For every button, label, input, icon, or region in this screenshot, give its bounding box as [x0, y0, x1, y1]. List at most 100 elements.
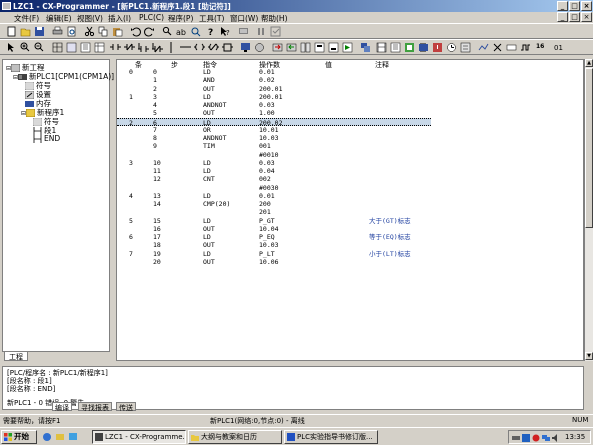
mnemonic-row[interactable]: #0030: [117, 184, 583, 192]
replace-icon[interactable]: ab: [176, 26, 187, 37]
contact-nc-icon[interactable]: [124, 42, 135, 53]
menu-plc[interactable]: PLC(C): [139, 13, 164, 22]
doc-minimize-button[interactable]: _: [557, 12, 568, 22]
copy-icon[interactable]: [98, 26, 109, 37]
mnemonic-row[interactable]: 7 19 LD P_LT 小于(LT)标志: [117, 250, 583, 258]
keyboard-tray-icon[interactable]: [512, 434, 520, 442]
outlook-quicklaunch-icon[interactable]: [55, 432, 65, 442]
memory-icon[interactable]: [418, 42, 429, 53]
doc-restore-button[interactable]: □: [569, 12, 580, 22]
scroll-thumb[interactable]: [585, 68, 593, 228]
mnemonic-row[interactable]: 1 AND 0.02: [117, 76, 583, 84]
vertical-scrollbar[interactable]: ▲ ▼: [584, 59, 593, 361]
mnemonic-row[interactable]: 5 15 LD P_GT 大于(GT)标志: [117, 217, 583, 225]
mnemonic-row[interactable]: 14 CMP(20) 200: [117, 200, 583, 208]
print-preview-icon[interactable]: [66, 26, 77, 37]
mnemonic-row[interactable]: 6 17 LD P_EQ 等于(EQ)标志: [117, 233, 583, 241]
mnemonic-row[interactable]: 2 6 LD 200.02: [117, 117, 431, 127]
tree-section-end[interactable]: END: [33, 134, 60, 143]
doc-close-button[interactable]: ×: [581, 12, 592, 22]
network-tray-icon[interactable]: [542, 434, 550, 442]
coil-nc-icon[interactable]: [208, 42, 219, 53]
mnemonic-row[interactable]: 9 TIM 001: [117, 142, 583, 150]
mnemonic-row[interactable]: 5 OUT 1.00: [117, 109, 583, 117]
minimize-button[interactable]: _: [557, 1, 568, 11]
mnemonic-editor[interactable]: 条 步 指令 操作数 值 注释 0 0 LD 0.01 1 AND 0.02 2 OUT 200.…: [116, 59, 584, 361]
io-table-icon[interactable]: [404, 42, 415, 53]
mnemonic-row[interactable]: 0 0 LD 0.01: [117, 68, 583, 76]
grid-icon[interactable]: [52, 42, 63, 53]
transfer-to-plc-icon[interactable]: [272, 42, 283, 53]
context-help-icon[interactable]: ?: [220, 26, 231, 37]
mnemonic-row[interactable]: 16 OUT 10.04: [117, 225, 583, 233]
program-mode-icon[interactable]: [314, 42, 325, 53]
start-button[interactable]: 开始: [1, 430, 37, 444]
find-icon[interactable]: [162, 26, 173, 37]
data-trace-icon[interactable]: [478, 42, 489, 53]
tab-transfer[interactable]: 传送: [116, 402, 136, 412]
transfer-from-plc-icon[interactable]: [286, 42, 297, 53]
properties-icon[interactable]: [460, 42, 471, 53]
rung-info-icon[interactable]: [80, 42, 91, 53]
mnemonic-row[interactable]: 2 OUT 200.01: [117, 85, 583, 93]
window-cascade-icon[interactable]: [360, 42, 371, 53]
antivirus-tray-icon[interactable]: [532, 434, 540, 442]
ie-quicklaunch-icon[interactable]: [42, 432, 52, 442]
mnemonic-row[interactable]: 20 OUT 10.06: [117, 258, 583, 266]
mnemonic-row[interactable]: 3 10 LD 0.03: [117, 159, 583, 167]
mnemonic-row[interactable]: 7 OR 10.01: [117, 126, 583, 134]
input-method-icon[interactable]: [522, 434, 530, 442]
or-contact-icon[interactable]: [138, 42, 149, 53]
error-log-icon[interactable]: [432, 42, 443, 53]
compile-icon[interactable]: [270, 26, 281, 37]
monitor-icon[interactable]: [238, 26, 249, 37]
coil-icon[interactable]: [194, 42, 205, 53]
redo-icon[interactable]: [144, 26, 155, 37]
mnemonic-row[interactable]: 8 ANDNOT 10.03: [117, 134, 583, 142]
mnemonic-row[interactable]: 4 13 LD 0.01: [117, 192, 583, 200]
taskbar-item-word[interactable]: PLC实验指导书修订版...: [284, 430, 378, 444]
undo-icon[interactable]: [130, 26, 141, 37]
save-icon[interactable]: [34, 26, 45, 37]
tab-compile[interactable]: 编译: [52, 402, 72, 412]
contact-no-icon[interactable]: [110, 42, 121, 53]
debug-icon[interactable]: [254, 42, 265, 53]
cycle-time-icon[interactable]: [446, 42, 457, 53]
binary-display-icon[interactable]: 01: [554, 42, 565, 53]
monitor-mode-icon[interactable]: [328, 42, 339, 53]
desktop-quicklaunch-icon[interactable]: [68, 432, 78, 442]
close-button[interactable]: ×: [581, 1, 592, 11]
scroll-down-icon[interactable]: ▼: [585, 352, 593, 360]
hex-display-icon[interactable]: 16: [536, 42, 552, 53]
mnemonic-view-icon[interactable]: [390, 42, 401, 53]
help-icon[interactable]: ?: [206, 26, 217, 37]
set-value-icon[interactable]: [506, 42, 517, 53]
tab-find-report[interactable]: 寻找报表: [78, 402, 112, 412]
taskbar-item-cx-programmer[interactable]: LZC1 - CX-Programme...: [92, 430, 186, 444]
horizontal-line-icon[interactable]: [180, 42, 191, 53]
taskbar-item-folder[interactable]: 大纲与教案和日历: [188, 430, 282, 444]
symbol-table-icon[interactable]: [94, 42, 105, 53]
ladder-view-icon[interactable]: [376, 42, 387, 53]
comment-icon[interactable]: [66, 42, 77, 53]
select-mode-icon[interactable]: [6, 42, 17, 53]
run-icon[interactable]: [342, 42, 353, 53]
vertical-line-icon[interactable]: [166, 42, 177, 53]
or-nc-contact-icon[interactable]: [152, 42, 163, 53]
mnemonic-row[interactable]: 1 3 LD 200.01: [117, 93, 583, 101]
mnemonic-row[interactable]: 18 OUT 10.03: [117, 241, 583, 249]
mnemonic-row[interactable]: #0010: [117, 151, 583, 159]
open-folder-icon[interactable]: [20, 26, 31, 37]
mnemonic-row[interactable]: 4 ANDNOT 0.03: [117, 101, 583, 109]
volume-tray-icon[interactable]: [552, 434, 560, 442]
zoom-out-icon[interactable]: [34, 42, 45, 53]
mnemonic-row[interactable]: 11 LD 0.04: [117, 167, 583, 175]
force-icon[interactable]: [492, 42, 503, 53]
online-icon[interactable]: [240, 42, 251, 53]
compare-icon[interactable]: [300, 42, 311, 53]
scroll-up-icon[interactable]: ▲: [585, 59, 593, 67]
new-file-icon[interactable]: [6, 26, 17, 37]
instruction-icon[interactable]: [222, 42, 233, 53]
maximize-button[interactable]: □: [569, 1, 580, 11]
tab-project[interactable]: 工程: [4, 352, 28, 361]
